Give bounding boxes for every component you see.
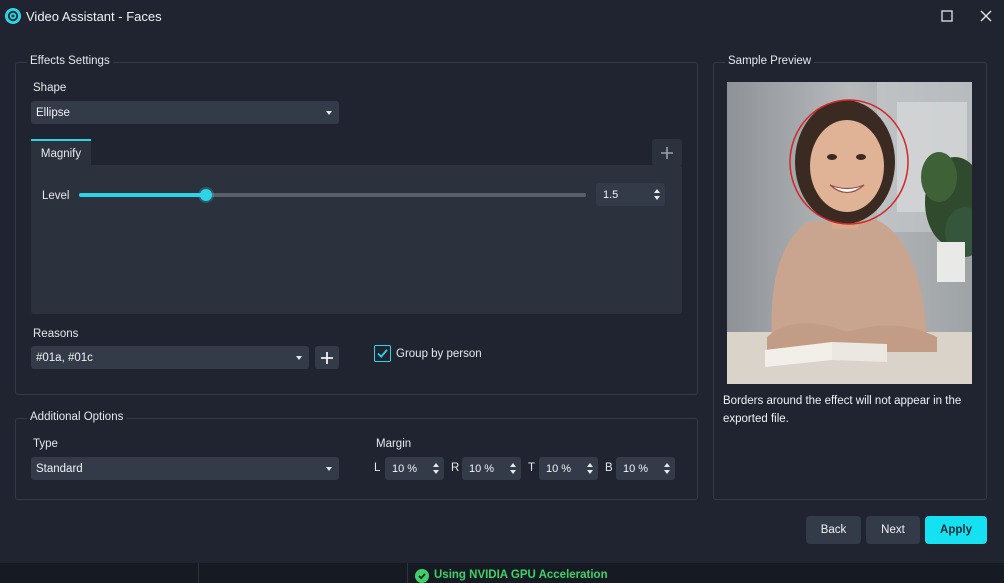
level-value: 1.5 — [603, 188, 619, 201]
gpu-status-text: Using NVIDIA GPU Acceleration — [434, 569, 608, 581]
arrow-up-icon[interactable] — [509, 463, 516, 467]
level-slider-thumb[interactable] — [199, 189, 212, 201]
reasons-value: #01a, #01c — [36, 351, 93, 364]
maximize-button[interactable] — [935, 5, 959, 27]
effects-settings-title: Effects Settings — [27, 55, 113, 67]
margin-top-label: T — [528, 462, 536, 474]
level-slider-fill — [79, 193, 206, 197]
next-button[interactable]: Next — [866, 516, 920, 544]
margin-right-label: R — [451, 462, 460, 474]
shape-value: Ellipse — [36, 106, 70, 119]
type-dropdown[interactable]: Standard — [31, 457, 339, 480]
arrow-up-icon[interactable] — [432, 463, 439, 467]
margin-right-value: 10 % — [469, 462, 495, 475]
arrow-down-icon[interactable] — [432, 470, 439, 474]
checkmark-icon — [377, 349, 388, 359]
group-by-person-checkbox[interactable] — [374, 345, 391, 362]
margin-left-label: L — [374, 462, 381, 474]
chevron-down-icon — [326, 466, 332, 471]
back-button[interactable]: Back — [806, 516, 861, 544]
margin-bottom-label: B — [605, 462, 613, 474]
level-label: Level — [42, 190, 70, 202]
margin-top-arrows[interactable] — [581, 457, 598, 480]
margin-right-spinbox[interactable]: 10 % — [462, 457, 521, 480]
close-button[interactable] — [974, 5, 998, 27]
level-spin-arrows[interactable] — [648, 183, 665, 206]
plus-icon — [661, 146, 673, 159]
tab-magnify[interactable]: Magnify — [31, 139, 91, 166]
status-separator — [198, 563, 199, 583]
margin-bottom-spinbox[interactable]: 10 % — [616, 457, 675, 480]
reasons-dropdown[interactable]: #01a, #01c — [31, 346, 309, 369]
add-effect-tab-button[interactable] — [652, 139, 682, 166]
arrow-up-icon[interactable] — [586, 463, 593, 467]
arrow-up-icon[interactable] — [663, 463, 670, 467]
margin-left-arrows[interactable] — [427, 457, 444, 480]
check-circle-icon — [415, 569, 429, 583]
sample-preview-title: Sample Preview — [725, 55, 815, 67]
additional-options-title: Additional Options — [27, 411, 127, 423]
maximize-icon — [941, 10, 953, 22]
margin-left-value: 10 % — [392, 462, 418, 475]
magnify-tab-panel — [31, 165, 682, 314]
type-value: Standard — [36, 462, 83, 475]
chevron-down-icon — [326, 110, 332, 115]
margin-left-spinbox[interactable]: 10 % — [385, 457, 444, 480]
arrow-down-icon[interactable] — [653, 196, 660, 200]
plus-icon — [321, 351, 333, 364]
reasons-label: Reasons — [33, 328, 79, 340]
arrow-down-icon[interactable] — [586, 470, 593, 474]
shape-dropdown[interactable]: Ellipse — [31, 101, 339, 124]
tab-magnify-label: Magnify — [40, 147, 82, 160]
arrow-down-icon[interactable] — [663, 470, 670, 474]
sample-preview-image — [727, 82, 972, 384]
arrow-up-icon[interactable] — [653, 189, 660, 193]
apply-button[interactable]: Apply — [925, 516, 987, 544]
status-separator — [407, 563, 408, 583]
level-spinbox[interactable]: 1.5 — [596, 183, 665, 206]
shape-label: Shape — [33, 82, 67, 94]
add-reason-button[interactable] — [315, 346, 339, 369]
margin-bottom-arrows[interactable] — [658, 457, 675, 480]
margin-label: Margin — [376, 438, 412, 450]
app-logo-icon — [5, 8, 21, 24]
window-title: Video Assistant - Faces — [26, 9, 162, 24]
group-by-person-label: Group by person — [396, 348, 482, 360]
margin-top-value: 10 % — [546, 462, 572, 475]
margin-bottom-value: 10 % — [623, 462, 649, 475]
chevron-down-icon — [296, 355, 302, 360]
close-icon — [980, 10, 992, 22]
margin-top-spinbox[interactable]: 10 % — [539, 457, 598, 480]
arrow-down-icon[interactable] — [509, 470, 516, 474]
type-label: Type — [33, 438, 58, 450]
preview-note: Borders around the effect will not appea… — [723, 395, 962, 425]
margin-right-arrows[interactable] — [504, 457, 521, 480]
